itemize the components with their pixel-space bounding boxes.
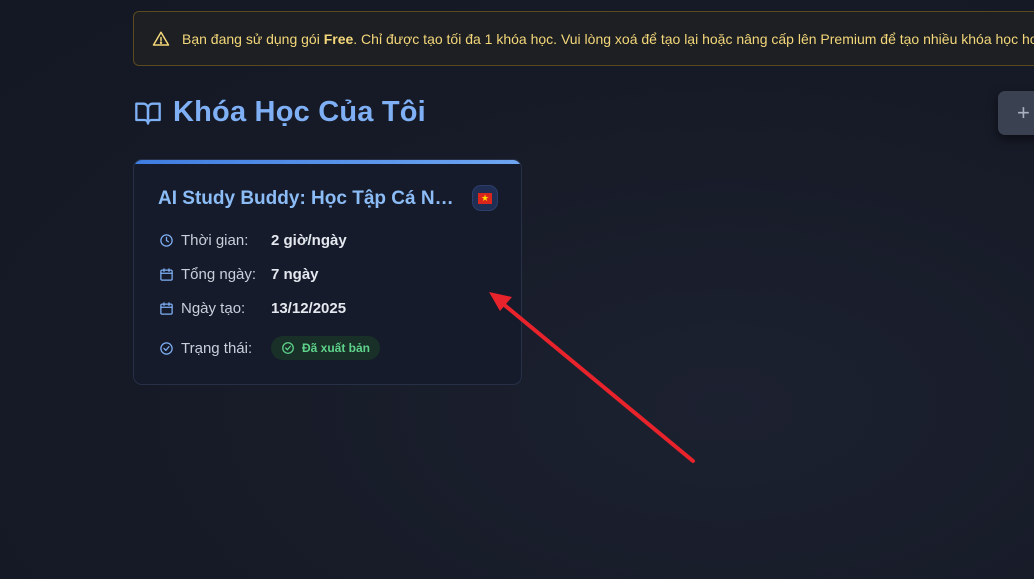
published-check-icon xyxy=(282,342,294,354)
duration-value: 2 giờ/ngày xyxy=(271,232,347,249)
arrow-shaft xyxy=(500,301,695,463)
book-open-icon xyxy=(135,102,161,125)
info-row-duration: Thời gian: 2 giờ/ngày xyxy=(159,232,347,249)
plan-warning-banner: Bạn đang sử dụng gói Free. Chỉ được tạo … xyxy=(133,11,1034,66)
created-date-label: Ngày tạo: xyxy=(181,300,246,317)
banner-plan-name: Free xyxy=(323,30,354,47)
status-badge: Đã xuất bản xyxy=(271,336,381,360)
created-date-value: 13/12/2025 xyxy=(271,300,347,317)
calendar-icon xyxy=(160,302,173,315)
status-value: Đã xuất bản xyxy=(302,341,371,355)
calendar-icon xyxy=(160,268,173,281)
info-row-status: Trạng thái: Đã xuất bản xyxy=(159,336,381,360)
course-title[interactable]: AI Study Buddy: Học Tập Cá Nhân xyxy=(158,188,463,210)
total-days-value: 7 ngày xyxy=(271,266,319,283)
page-title: Khóa Học Của Tôi xyxy=(173,96,426,128)
warning-triangle-icon xyxy=(152,31,170,46)
duration-label: Thời gian: xyxy=(181,232,249,249)
status-label: Trạng thái: xyxy=(181,339,253,357)
info-row-created-date: Ngày tạo: 13/12/2025 xyxy=(159,300,346,317)
card-accent-bar xyxy=(134,160,521,164)
clock-icon xyxy=(160,234,173,247)
banner-text-before: Bạn đang sử dụng gói xyxy=(182,30,324,47)
banner-text-after: . Chỉ được tạo tối đa 1 khóa học. Vui lò… xyxy=(353,30,1034,47)
language-badge: ★ xyxy=(472,185,498,211)
check-circle-icon xyxy=(160,341,173,355)
course-card[interactable]: AI Study Buddy: Học Tập Cá Nhân ★ Thời g… xyxy=(133,159,522,385)
info-row-total-days: Tổng ngày: 7 ngày xyxy=(159,266,319,283)
add-course-button[interactable]: + xyxy=(998,91,1034,135)
total-days-label: Tổng ngày: xyxy=(181,266,257,283)
vietnam-flag-icon: ★ xyxy=(478,192,492,204)
page-header: Khóa Học Của Tôi xyxy=(134,96,426,129)
banner-text: Bạn đang sử dụng gói Free. Chỉ được tạo … xyxy=(182,31,1034,47)
